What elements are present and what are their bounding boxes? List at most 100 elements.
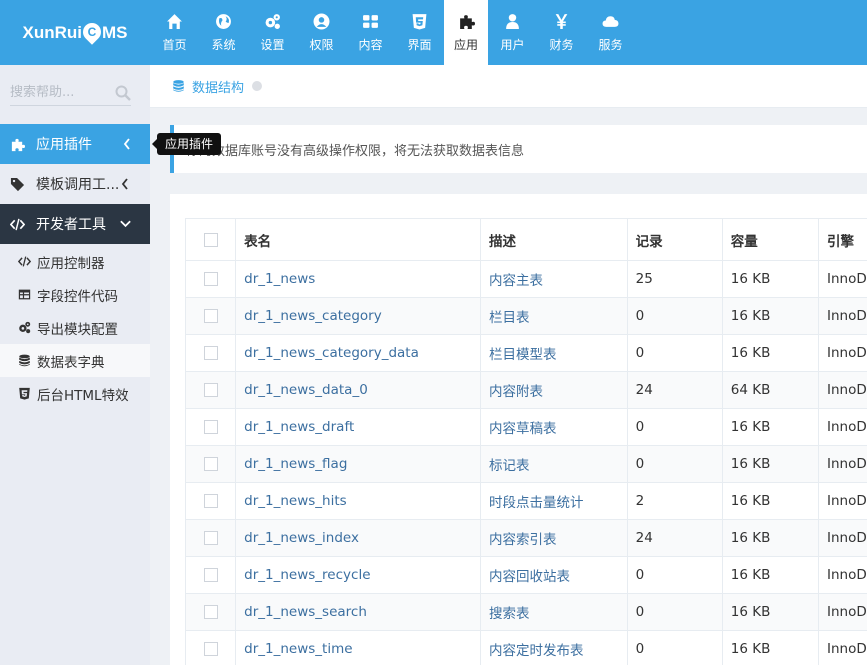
- table-desc-link[interactable]: 内容主表: [480, 260, 628, 298]
- table-name-link[interactable]: dr_1_news: [235, 260, 482, 298]
- sidebar-subitem-html-effects[interactable]: 后台HTML特效: [0, 377, 150, 410]
- database-icon: [172, 79, 186, 93]
- puzzle-icon: [457, 13, 475, 31]
- row-checkbox[interactable]: [203, 494, 218, 508]
- nav-interface[interactable]: 界面: [395, 0, 444, 65]
- sidebar-subitem-data-dictionary[interactable]: 数据表字典: [0, 344, 150, 377]
- table-row: dr_1_news_flag标记表016 KBInnoDB: [184, 445, 867, 483]
- table-records: 0: [626, 334, 723, 372]
- table-size: 16 KB: [721, 556, 819, 594]
- logo[interactable]: XunRui C MS: [0, 0, 150, 65]
- nav-system[interactable]: 系统: [199, 0, 248, 65]
- nav-label: 应用: [453, 37, 478, 52]
- row-checkbox[interactable]: [203, 642, 218, 656]
- table-name-link[interactable]: dr_1_news_flag: [235, 445, 482, 483]
- table-size: 16 KB: [721, 408, 819, 446]
- nav-users[interactable]: 用户: [488, 0, 537, 65]
- table-size: 16 KB: [721, 334, 819, 372]
- table-desc-link[interactable]: 标记表: [480, 445, 628, 483]
- table-records: 0: [626, 297, 723, 335]
- table-row: dr_1_news内容主表2516 KBInnoDB: [184, 260, 867, 298]
- nav-label: 设置: [260, 37, 285, 52]
- table-row: dr_1_news_category_data栏目模型表016 KBInnoDB: [184, 334, 867, 372]
- search-input[interactable]: [10, 81, 110, 103]
- nav-label: 界面: [407, 37, 432, 52]
- data-table: 表名 描述 记录 容量 引擎 dr_1_news 内容主表 25 16 KB InnoD…: [184, 218, 867, 665]
- row-checkbox-cell: [184, 297, 237, 335]
- table-size: 64 KB: [721, 371, 819, 409]
- user-circle-icon: [313, 13, 331, 31]
- col-header-size[interactable]: 容量: [721, 218, 819, 261]
- row-checkbox[interactable]: [203, 457, 218, 471]
- row-checkbox-cell: [184, 260, 237, 298]
- table-engine: InnoDB: [817, 445, 867, 483]
- row-checkbox[interactable]: [203, 383, 218, 397]
- table-desc-link[interactable]: 时段点击量统计: [480, 482, 628, 520]
- table-desc-link[interactable]: 栏目模型表: [480, 334, 628, 372]
- table-row: dr_1_news_draft内容草稿表016 KBInnoDB: [184, 408, 867, 446]
- table-name-link[interactable]: dr_1_news_data_0: [235, 371, 482, 409]
- nav-permissions[interactable]: 权限: [297, 0, 346, 65]
- table-name-link[interactable]: dr_1_news_hits: [235, 482, 482, 520]
- table-name-link[interactable]: dr_1_news_time: [235, 630, 482, 665]
- table-name-link[interactable]: dr_1_news_draft: [235, 408, 482, 446]
- table-name-link[interactable]: dr_1_news_category: [235, 297, 482, 335]
- table-name-link[interactable]: dr_1_news_category_data: [235, 334, 482, 372]
- select-all-cell: [184, 218, 237, 261]
- chevron-left-icon: [121, 178, 128, 190]
- row-checkbox[interactable]: [203, 346, 218, 360]
- nav-finance[interactable]: 财务: [537, 0, 586, 65]
- chevron-down-icon: [120, 220, 131, 228]
- row-checkbox[interactable]: [203, 605, 218, 619]
- table-desc-link[interactable]: 内容草稿表: [480, 408, 628, 446]
- table-desc-link[interactable]: 栏目表: [480, 297, 628, 335]
- gears-icon: [264, 13, 282, 31]
- row-checkbox[interactable]: [203, 531, 218, 545]
- nav-services[interactable]: 服务: [586, 0, 635, 65]
- col-header-name[interactable]: 表名: [235, 218, 482, 261]
- table-engine: InnoDB: [817, 297, 867, 335]
- col-header-desc[interactable]: 描述: [480, 218, 628, 261]
- sidebar-subitem-app-controller[interactable]: 应用控制器: [0, 245, 150, 278]
- nav-content[interactable]: 内容: [346, 0, 395, 65]
- table-records: 0: [626, 630, 723, 665]
- nav-settings[interactable]: 设置: [248, 0, 297, 65]
- sidebar-item-app-plugins[interactable]: 应用插件: [0, 124, 150, 164]
- nav-home[interactable]: 首页: [150, 0, 199, 65]
- search-icon[interactable]: [115, 85, 131, 101]
- sidebar-item-developer-tools[interactable]: 开发者工具: [0, 204, 150, 244]
- table-engine: InnoDB: [817, 371, 867, 409]
- row-checkbox[interactable]: [203, 272, 218, 286]
- table-desc-link[interactable]: 内容附表: [480, 371, 628, 409]
- row-checkbox-cell: [184, 556, 237, 594]
- nav-label: 首页: [162, 37, 187, 52]
- table-name-link[interactable]: dr_1_news_search: [235, 593, 482, 631]
- col-header-engine[interactable]: 引擎: [817, 218, 867, 261]
- sidebar: 应用插件 模板调用工... 开发者工具 应用控制器 字段控件代码 导出模块配置 …: [0, 65, 150, 665]
- table-desc-link[interactable]: 内容索引表: [480, 519, 628, 557]
- breadcrumb-link[interactable]: 数据结构: [192, 77, 244, 96]
- col-header-records[interactable]: 记录: [626, 218, 723, 261]
- table-name-link[interactable]: dr_1_news_index: [235, 519, 482, 557]
- table-engine: InnoDB: [817, 593, 867, 631]
- table-row: dr_1_news_time内容定时发布表016 KBInnoDB: [184, 630, 867, 665]
- home-icon: [166, 13, 184, 31]
- table-engine: InnoDB: [817, 519, 867, 557]
- table-records: 2: [626, 482, 723, 520]
- table-name-link[interactable]: dr_1_news_recycle: [235, 556, 482, 594]
- row-checkbox[interactable]: [203, 420, 218, 434]
- sidebar-subitem-export-module-config[interactable]: 导出模块配置: [0, 311, 150, 344]
- table-desc-link[interactable]: 内容定时发布表: [480, 630, 628, 665]
- row-checkbox[interactable]: [203, 309, 218, 323]
- table-desc-link[interactable]: 内容回收站表: [480, 556, 628, 594]
- nav-apps[interactable]: 应用: [444, 0, 488, 65]
- select-all-checkbox[interactable]: [203, 232, 218, 247]
- sidebar-subitem-field-control-code[interactable]: 字段控件代码: [0, 278, 150, 311]
- sidebar-item-label: 开发者工具: [36, 217, 106, 233]
- row-checkbox-cell: [184, 630, 237, 665]
- table-desc-link[interactable]: 搜索表: [480, 593, 628, 631]
- row-checkbox[interactable]: [203, 568, 218, 582]
- table-size: 16 KB: [721, 297, 819, 335]
- sidebar-item-template-tools[interactable]: 模板调用工...: [0, 164, 150, 204]
- main-nav: 首页 系统 设置 权限 内容 界面 应用 用户 财务 服务: [150, 0, 635, 65]
